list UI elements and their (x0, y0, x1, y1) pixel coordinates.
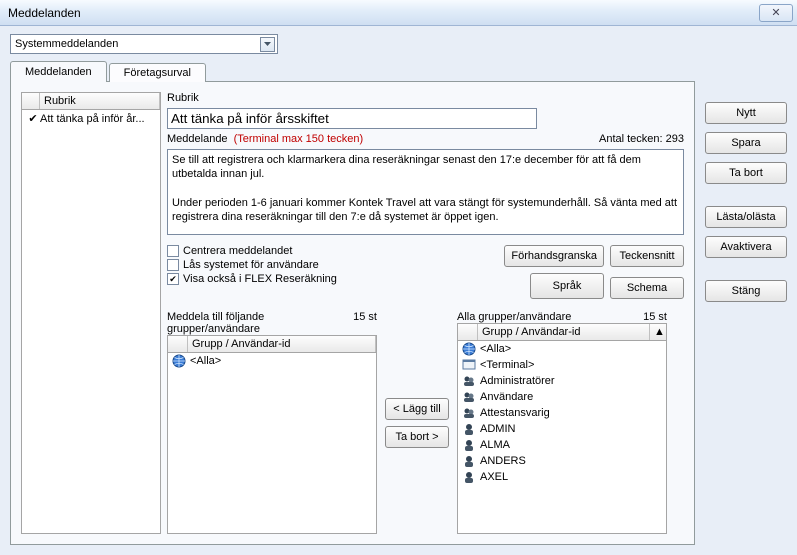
tab-panel: Rubrik ✔ Att tänka på inför år... Rubrik… (10, 81, 695, 545)
nytt-button[interactable]: Nytt (705, 102, 787, 124)
group-icon (462, 406, 476, 420)
list-item-label: <Terminal> (480, 359, 534, 371)
globe-icon (172, 354, 186, 368)
message-list: Rubrik ✔ Att tänka på inför år... (21, 92, 161, 534)
icon-column-header[interactable] (458, 324, 478, 340)
category-dropdown[interactable]: Systemmeddelanden (10, 34, 278, 54)
all-groups-body[interactable]: <Alla> <Terminal> Administratörer Användare… (457, 341, 667, 534)
las-systemet-checkbox[interactable]: Lås systemet för användare (167, 259, 337, 271)
spara-button[interactable]: Spara (705, 132, 787, 154)
checkbox-checked-icon: ✔ (167, 273, 179, 285)
rubrik-column-header[interactable]: Rubrik (40, 93, 160, 109)
titlebar: Meddelanden ✕ (0, 0, 797, 26)
user-icon (462, 438, 476, 452)
selected-groups-body[interactable]: <Alla> (167, 353, 377, 534)
globe-icon (462, 342, 476, 356)
list-item[interactable]: Användare (458, 389, 666, 405)
list-item-label: ANDERS (480, 455, 526, 467)
list-item[interactable]: ADMIN (458, 421, 666, 437)
visa-flex-checkbox[interactable]: ✔ Visa också i FLEX Reseräkning (167, 273, 337, 285)
rubrik-input[interactable] (167, 108, 537, 129)
all-groups-count: 15 st (643, 311, 667, 323)
avaktivera-button[interactable]: Avaktivera (705, 236, 787, 258)
list-item[interactable]: <Alla> (458, 341, 666, 357)
rubrik-label: Rubrik (167, 92, 684, 104)
group-icon (462, 390, 476, 404)
meddelande-label: Meddelande (167, 133, 228, 145)
icon-column-header[interactable] (168, 336, 188, 352)
list-item[interactable]: Administratörer (458, 373, 666, 389)
list-item-label: <Alla> (190, 355, 221, 367)
char-count: Antal tecken: 293 (599, 133, 684, 145)
close-button[interactable]: ✕ (759, 4, 793, 22)
list-item[interactable]: ALMA (458, 437, 666, 453)
checkbox-icon (167, 259, 179, 271)
forhandsgranska-button[interactable]: Förhandsgranska (504, 245, 604, 267)
tab-meddelanden[interactable]: Meddelanden (10, 61, 107, 82)
terminal-hint: (Terminal max 150 tecken) (234, 133, 364, 145)
stang-button[interactable]: Stäng (705, 280, 787, 302)
list-item[interactable]: <Terminal> (458, 357, 666, 373)
ta-bort-transfer-button[interactable]: Ta bort > (385, 426, 449, 448)
scroll-column-header: ▲ (650, 324, 666, 340)
all-groups-list: Alla grupper/användare 15 st Grupp / Anv… (457, 311, 667, 534)
group-column-header[interactable]: Grupp / Användar-id (188, 336, 376, 352)
all-groups-title: Alla grupper/användare (457, 311, 643, 323)
tab-strip: Meddelanden Företagsurval (10, 61, 695, 82)
group-column-header[interactable]: Grupp / Användar-id (478, 324, 650, 340)
list-item[interactable]: <Alla> (168, 353, 376, 369)
lagg-till-button[interactable]: < Lägg till (385, 398, 449, 420)
list-item-label: <Alla> (480, 343, 511, 355)
list-item-label: Attestansvarig (480, 407, 550, 419)
list-item[interactable]: Attestansvarig (458, 405, 666, 421)
list-item[interactable]: ANDERS (458, 453, 666, 469)
user-icon (462, 470, 476, 484)
list-item-label: Administratörer (480, 375, 555, 387)
checkbox-icon (167, 245, 179, 257)
message-list-header: Rubrik (21, 92, 161, 110)
tab-foretagsurval[interactable]: Företagsurval (109, 63, 206, 82)
user-icon (462, 454, 476, 468)
list-item-label: ALMA (480, 439, 510, 451)
list-item-label: AXEL (480, 471, 508, 483)
list-item[interactable]: AXEL (458, 469, 666, 485)
group-icon (462, 374, 476, 388)
message-list-item-text: Att tänka på inför år... (40, 113, 145, 125)
teckensnitt-button[interactable]: Teckensnitt (610, 245, 684, 267)
selected-groups-count: 15 st (353, 311, 377, 335)
dropdown-selected: Systemmeddelanden (15, 38, 260, 50)
selected-groups-title: Meddela till följande grupper/användare (167, 311, 353, 335)
user-icon (462, 422, 476, 436)
ta-bort-button[interactable]: Ta bort (705, 162, 787, 184)
list-item-label: Användare (480, 391, 533, 403)
meddelande-textarea[interactable]: Se till att registrera och klarmarkera d… (167, 149, 684, 235)
visa-label: Visa också i FLEX Reseräkning (183, 273, 337, 285)
check-column-header[interactable] (22, 93, 40, 109)
schema-button[interactable]: Schema (610, 277, 684, 299)
window-title: Meddelanden (8, 6, 759, 20)
lasta-olasta-button[interactable]: Lästa/olästa (705, 206, 787, 228)
centrera-checkbox[interactable]: Centrera meddelandet (167, 245, 337, 257)
terminal-icon (462, 358, 476, 372)
sprak-button[interactable]: Språk (530, 273, 604, 299)
list-item-label: ADMIN (480, 423, 515, 435)
las-label: Lås systemet för användare (183, 259, 319, 271)
message-list-row[interactable]: ✔ Att tänka på inför år... (22, 110, 160, 127)
selected-groups-list: Meddela till följande grupper/användare … (167, 311, 377, 534)
message-list-body[interactable]: ✔ Att tänka på inför år... (21, 110, 161, 534)
centrera-label: Centrera meddelandet (183, 245, 292, 257)
chevron-down-icon (260, 37, 275, 52)
check-icon: ✔ (26, 112, 40, 125)
